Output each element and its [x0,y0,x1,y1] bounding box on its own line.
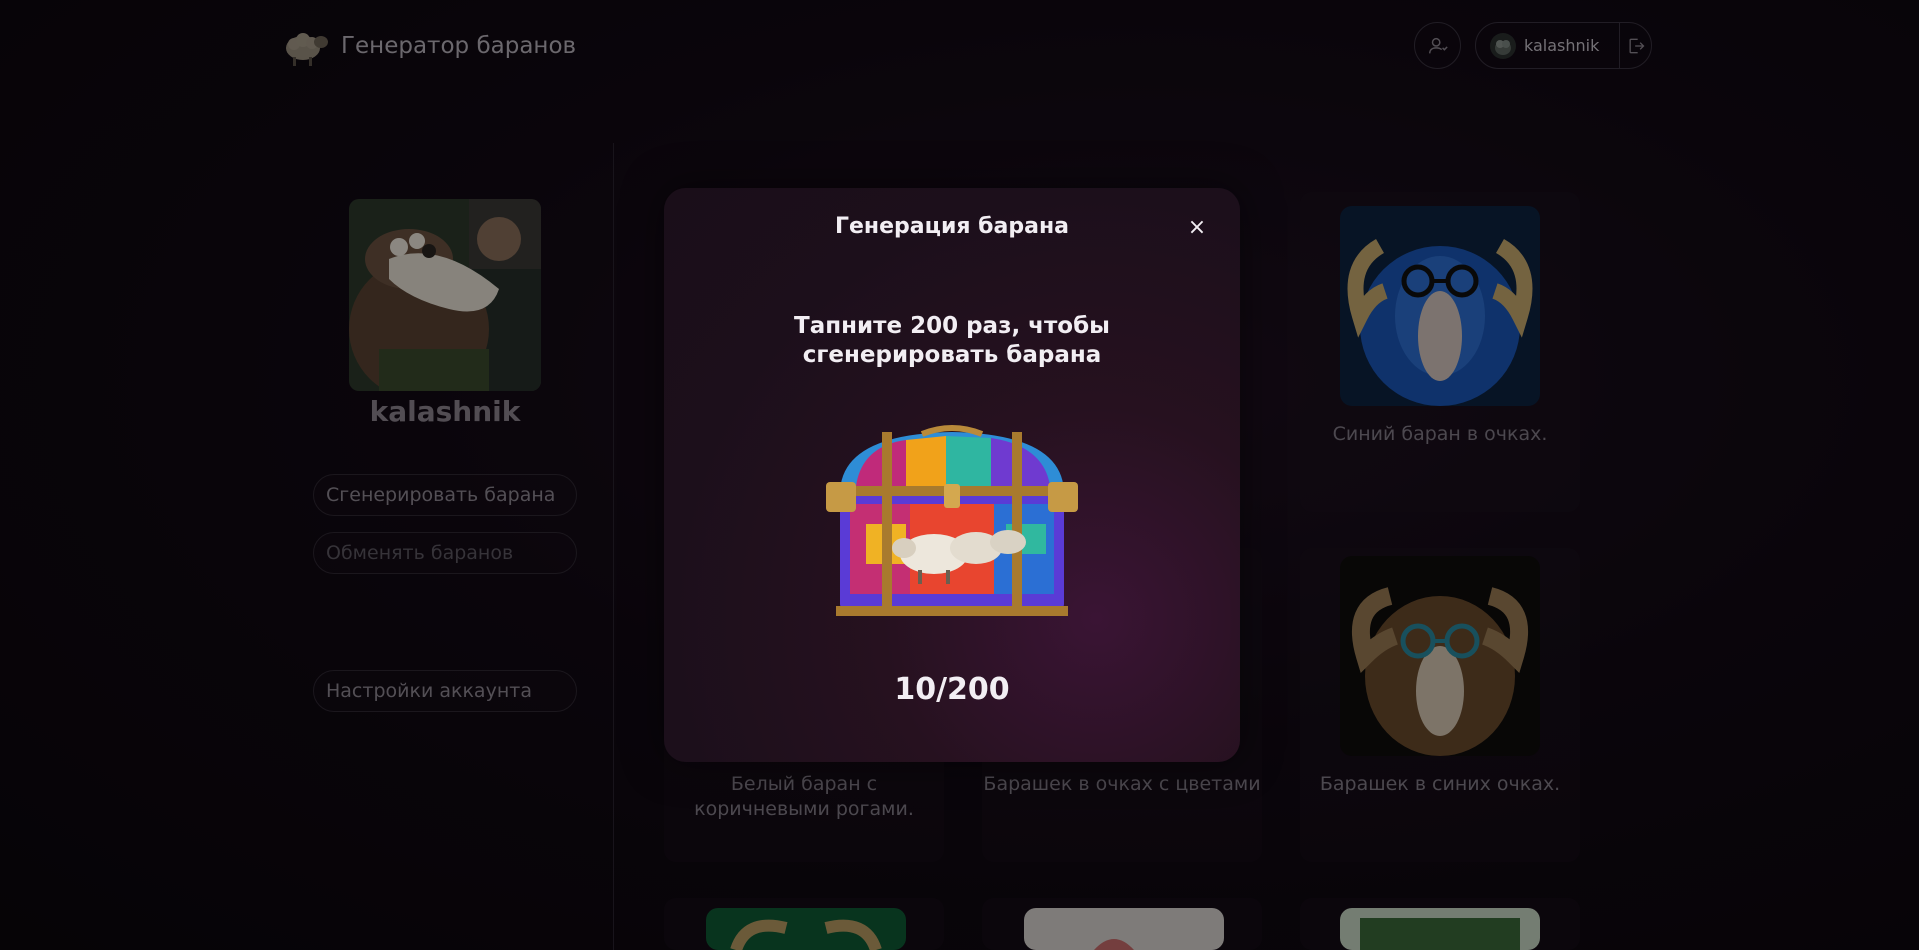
close-icon[interactable]: × [1184,214,1210,240]
modal-title: Генерация барана [834,214,1069,239]
treasure-chest-icon [826,425,1078,616]
tap-instruction: Тапните 200 раз, чтобы сгенерировать бар… [794,313,1110,368]
tap-counter: 10/200 [894,672,1010,707]
generation-modal: Генерация барана × Тапните 200 раз, чтоб… [664,188,1240,762]
treasure-chest-button[interactable] [826,424,1078,620]
